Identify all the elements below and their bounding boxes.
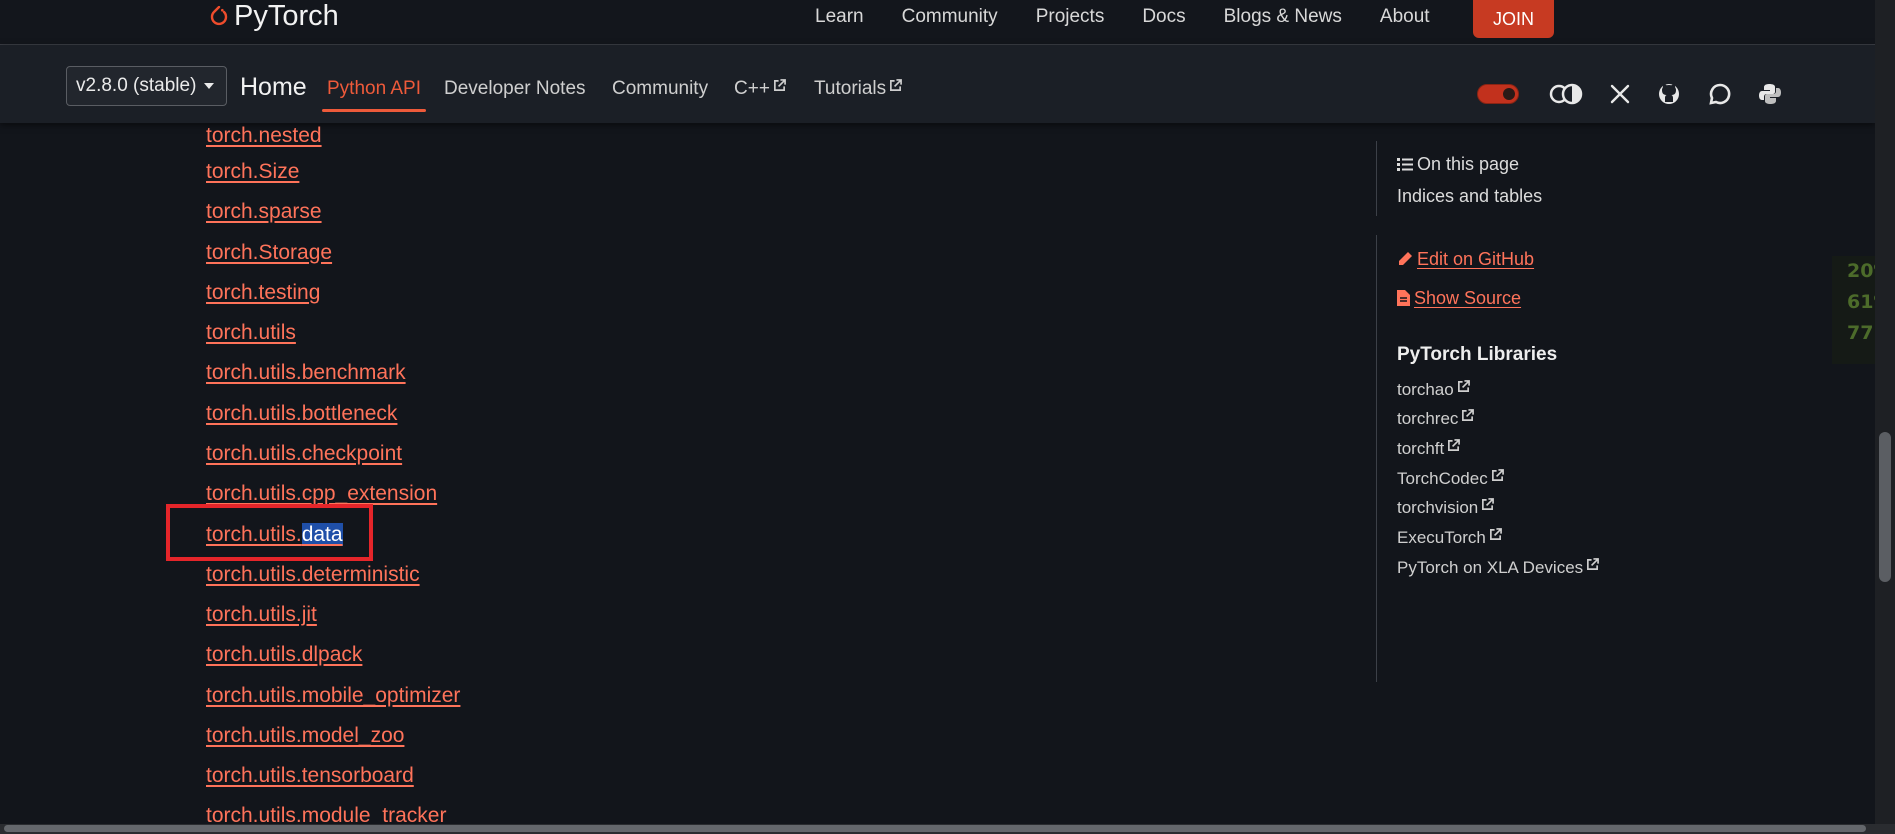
link-torch-size[interactable]: torch.Size [206,159,299,185]
external-link-icon [1489,528,1502,540]
horizontal-scrollbar-thumb[interactable] [4,825,1866,832]
sidebar-divider [1376,141,1377,216]
brand-name: PyTorch [234,0,339,32]
link-torch-utils-jit[interactable]: torch.utils.jit [206,602,317,628]
external-link-icon [773,79,786,91]
library-label: ExecuTorch [1397,528,1486,547]
vertical-scrollbar-thumb[interactable] [1879,432,1891,582]
library-torchao[interactable]: torchao [1397,380,1470,400]
docs-nav-bar: v2.8.0 (stable) Home Python API Develope… [0,45,1875,123]
caret-down-icon [204,83,215,89]
external-link-icon [890,79,903,91]
external-link-icon [1448,439,1461,451]
contrast-icon[interactable] [1548,81,1584,107]
library-executorch[interactable]: ExecuTorch [1397,528,1502,548]
sidebar-divider [1376,235,1377,682]
discourse-icon[interactable] [1707,81,1733,107]
tab-cpp[interactable]: C++ [734,78,786,100]
tab-developer-notes[interactable]: Developer Notes [444,78,586,100]
link-torch-utils-mobile-optimizer[interactable]: torch.utils.mobile_optimizer [206,683,460,709]
library-label: torchvision [1397,498,1479,517]
pencil-icon [1399,252,1412,265]
github-icon[interactable] [1656,81,1682,107]
edit-on-github-link[interactable]: Edit on GitHub [1397,249,1534,270]
top-nav-links: Learn Community Projects Docs Blogs & Ne… [815,0,1468,34]
python-icon[interactable] [1757,81,1783,107]
library-label: torchrec [1397,409,1459,428]
library-label: torchao [1397,380,1454,399]
tab-tutorials-label: Tutorials [814,78,887,99]
list-icon [1397,158,1413,171]
external-link-icon [1482,498,1495,510]
library-torchvision[interactable]: torchvision [1397,498,1495,518]
on-this-page-label: On this page [1417,154,1520,174]
annotation-highlight-box [166,504,373,561]
library-pytorch-xla[interactable]: PyTorch on XLA Devices [1397,558,1600,578]
pytorch-flame-icon [210,6,228,26]
pytorch-libraries-heading: PyTorch Libraries [1397,344,1558,365]
join-button[interactable]: JOIN [1473,0,1554,38]
vertical-scrollbar[interactable] [1875,0,1895,824]
x-icon[interactable] [1607,81,1633,107]
theme-toggle-icon[interactable] [1477,84,1519,104]
version-dropdown[interactable]: v2.8.0 (stable) [66,66,227,106]
external-link-icon [1462,409,1475,421]
home-link[interactable]: Home [240,73,307,102]
nav-learn[interactable]: Learn [815,6,864,28]
site-top-nav: PyTorch Learn Community Projects Docs Bl… [0,0,1895,45]
library-torchcodec[interactable]: TorchCodec [1397,469,1504,489]
toc-indices-and-tables[interactable]: Indices and tables [1397,186,1542,207]
nav-community[interactable]: Community [902,6,998,28]
edit-on-github-label: Edit on GitHub [1417,249,1535,269]
external-link-icon [1457,380,1470,392]
link-torch-utils-model-zoo[interactable]: torch.utils.model_zoo [206,723,404,749]
library-label: TorchCodec [1397,469,1488,488]
link-torch-sparse[interactable]: torch.sparse [206,199,322,225]
pytorch-logo[interactable]: PyTorch [210,0,339,32]
link-torch-utils-deterministic[interactable]: torch.utils.deterministic [206,562,420,588]
file-icon [1397,290,1410,306]
link-torch-utils-module-tracker[interactable]: torch.utils.module_tracker [206,803,446,824]
library-label: PyTorch on XLA Devices [1397,558,1584,577]
library-torchft[interactable]: torchft [1397,439,1461,459]
link-torch-utils[interactable]: torch.utils [206,320,296,346]
external-link-icon [1587,558,1600,570]
show-source-link[interactable]: Show Source [1397,288,1521,309]
link-torch-utils-benchmark[interactable]: torch.utils.benchmark [206,360,406,386]
link-torch-storage[interactable]: torch.Storage [206,240,332,266]
version-label: v2.8.0 (stable) [76,75,197,96]
nav-docs[interactable]: Docs [1142,6,1185,28]
library-torchrec[interactable]: torchrec [1397,409,1475,429]
link-torch-utils-dlpack[interactable]: torch.utils.dlpack [206,642,362,668]
link-torch-utils-bottleneck[interactable]: torch.utils.bottleneck [206,401,397,427]
link-torch-testing[interactable]: torch.testing [206,280,320,306]
external-link-icon [1491,469,1504,481]
tab-community[interactable]: Community [612,78,708,100]
link-torch-nested[interactable]: torch.nested [206,123,322,149]
tab-python-api[interactable]: Python API [321,78,427,112]
nav-blogs-news[interactable]: Blogs & News [1224,6,1342,28]
api-index-list: torch.nested torch.Size torch.sparse tor… [0,123,1360,824]
on-this-page-heading: On this page [1397,154,1519,175]
nav-about[interactable]: About [1380,6,1430,28]
link-torch-utils-checkpoint[interactable]: torch.utils.checkpoint [206,441,402,467]
library-label: torchft [1397,439,1445,458]
tab-cpp-label: C++ [734,78,770,99]
link-torch-utils-tensorboard[interactable]: torch.utils.tensorboard [206,763,414,789]
nav-projects[interactable]: Projects [1036,6,1105,28]
show-source-label: Show Source [1414,288,1522,308]
tab-tutorials[interactable]: Tutorials [814,78,903,100]
